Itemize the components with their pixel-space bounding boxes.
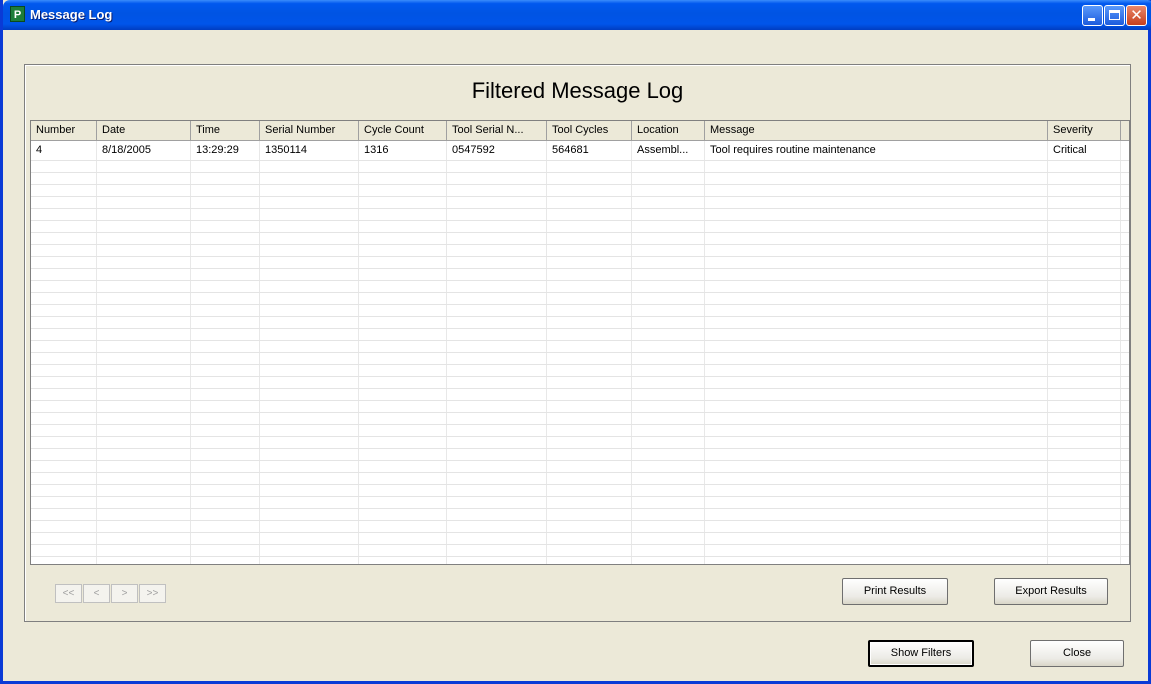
row-divider: [31, 484, 1129, 485]
table-header-row: Number Date Time Serial Number Cycle Count To…: [31, 121, 1129, 141]
row-divider: [31, 424, 1129, 425]
row-divider: [31, 520, 1129, 521]
column-header[interactable]: Tool Cycles: [547, 121, 632, 140]
window-title: Message Log: [30, 7, 113, 22]
show-filters-button[interactable]: Show Filters: [868, 640, 974, 667]
row-divider: [31, 316, 1129, 317]
column-header[interactable]: Cycle Count: [359, 121, 447, 140]
table-cell: 4: [36, 144, 43, 156]
table-cell: 8/18/2005: [102, 144, 151, 156]
row-divider: [31, 208, 1129, 209]
table-cell: 1316: [364, 144, 389, 156]
table-cell: 13:29:29: [196, 144, 239, 156]
close-window-button[interactable]: ✕: [1126, 5, 1147, 26]
table-cell: Assembl...: [637, 144, 689, 156]
row-divider: [31, 376, 1129, 377]
column-divider: [1120, 141, 1121, 564]
column-divider: [1047, 141, 1048, 564]
row-divider: [31, 364, 1129, 365]
row-divider: [31, 220, 1129, 221]
row-divider: [31, 556, 1129, 557]
table-cell: 0547592: [452, 144, 495, 156]
column-header[interactable]: Location: [632, 121, 705, 140]
row-divider: [31, 328, 1129, 329]
table-cell: Tool requires routine maintenance: [710, 144, 876, 156]
row-divider: [31, 244, 1129, 245]
column-divider: [358, 141, 359, 564]
maximize-icon: [1109, 10, 1120, 20]
column-divider: [631, 141, 632, 564]
row-divider: [31, 472, 1129, 473]
row-divider: [31, 160, 1129, 161]
row-divider: [31, 304, 1129, 305]
column-divider: [96, 141, 97, 564]
prev-page-button[interactable]: <: [83, 584, 110, 603]
last-page-button[interactable]: >>: [139, 584, 166, 603]
title-bar[interactable]: P Message Log ✕: [3, 0, 1151, 30]
row-divider: [31, 508, 1129, 509]
column-divider: [190, 141, 191, 564]
column-divider: [546, 141, 547, 564]
minimize-button[interactable]: [1082, 5, 1103, 26]
row-divider: [31, 268, 1129, 269]
row-divider: [31, 388, 1129, 389]
page-title: Filtered Message Log: [471, 78, 684, 103]
row-divider: [31, 256, 1129, 257]
export-results-button[interactable]: Export Results: [994, 578, 1108, 605]
pager: << < > >>: [55, 584, 167, 603]
row-divider: [31, 352, 1129, 353]
row-divider: [31, 532, 1129, 533]
row-divider: [31, 280, 1129, 281]
row-divider: [31, 448, 1129, 449]
row-divider: [31, 172, 1129, 173]
app-icon: P: [10, 6, 25, 22]
row-divider: [31, 340, 1129, 341]
row-divider: [31, 460, 1129, 461]
column-header[interactable]: Message: [705, 121, 1048, 140]
column-header[interactable]: Number: [31, 121, 97, 140]
maximize-button[interactable]: [1104, 5, 1125, 26]
column-header[interactable]: Severity: [1048, 121, 1121, 140]
row-divider: [31, 436, 1129, 437]
row-divider: [31, 292, 1129, 293]
row-divider: [31, 184, 1129, 185]
close-icon: ✕: [1130, 6, 1143, 24]
row-divider: [31, 232, 1129, 233]
column-divider: [259, 141, 260, 564]
close-button[interactable]: Close: [1030, 640, 1124, 667]
table-cell: Critical: [1053, 144, 1087, 156]
row-divider: [31, 400, 1129, 401]
first-page-button[interactable]: <<: [55, 584, 82, 603]
row-divider: [31, 496, 1129, 497]
message-table[interactable]: Number Date Time Serial Number Cycle Count To…: [30, 120, 1130, 565]
table-cell: 1350114: [265, 144, 308, 156]
row-divider: [31, 544, 1129, 545]
column-header[interactable]: Tool Serial N...: [447, 121, 547, 140]
print-results-button[interactable]: Print Results: [842, 578, 948, 605]
table-cell: 564681: [552, 144, 589, 156]
table-row[interactable]: 4 8/18/2005 13:29:29 1350114 1316 0547592 5646…: [31, 141, 1129, 159]
row-divider: [31, 196, 1129, 197]
column-header[interactable]: Serial Number: [260, 121, 359, 140]
column-header[interactable]: Date: [97, 121, 191, 140]
minimize-icon: [1088, 18, 1095, 21]
next-page-button[interactable]: >: [111, 584, 138, 603]
row-divider: [31, 412, 1129, 413]
column-header[interactable]: Time: [191, 121, 260, 140]
column-divider: [446, 141, 447, 564]
column-divider: [704, 141, 705, 564]
